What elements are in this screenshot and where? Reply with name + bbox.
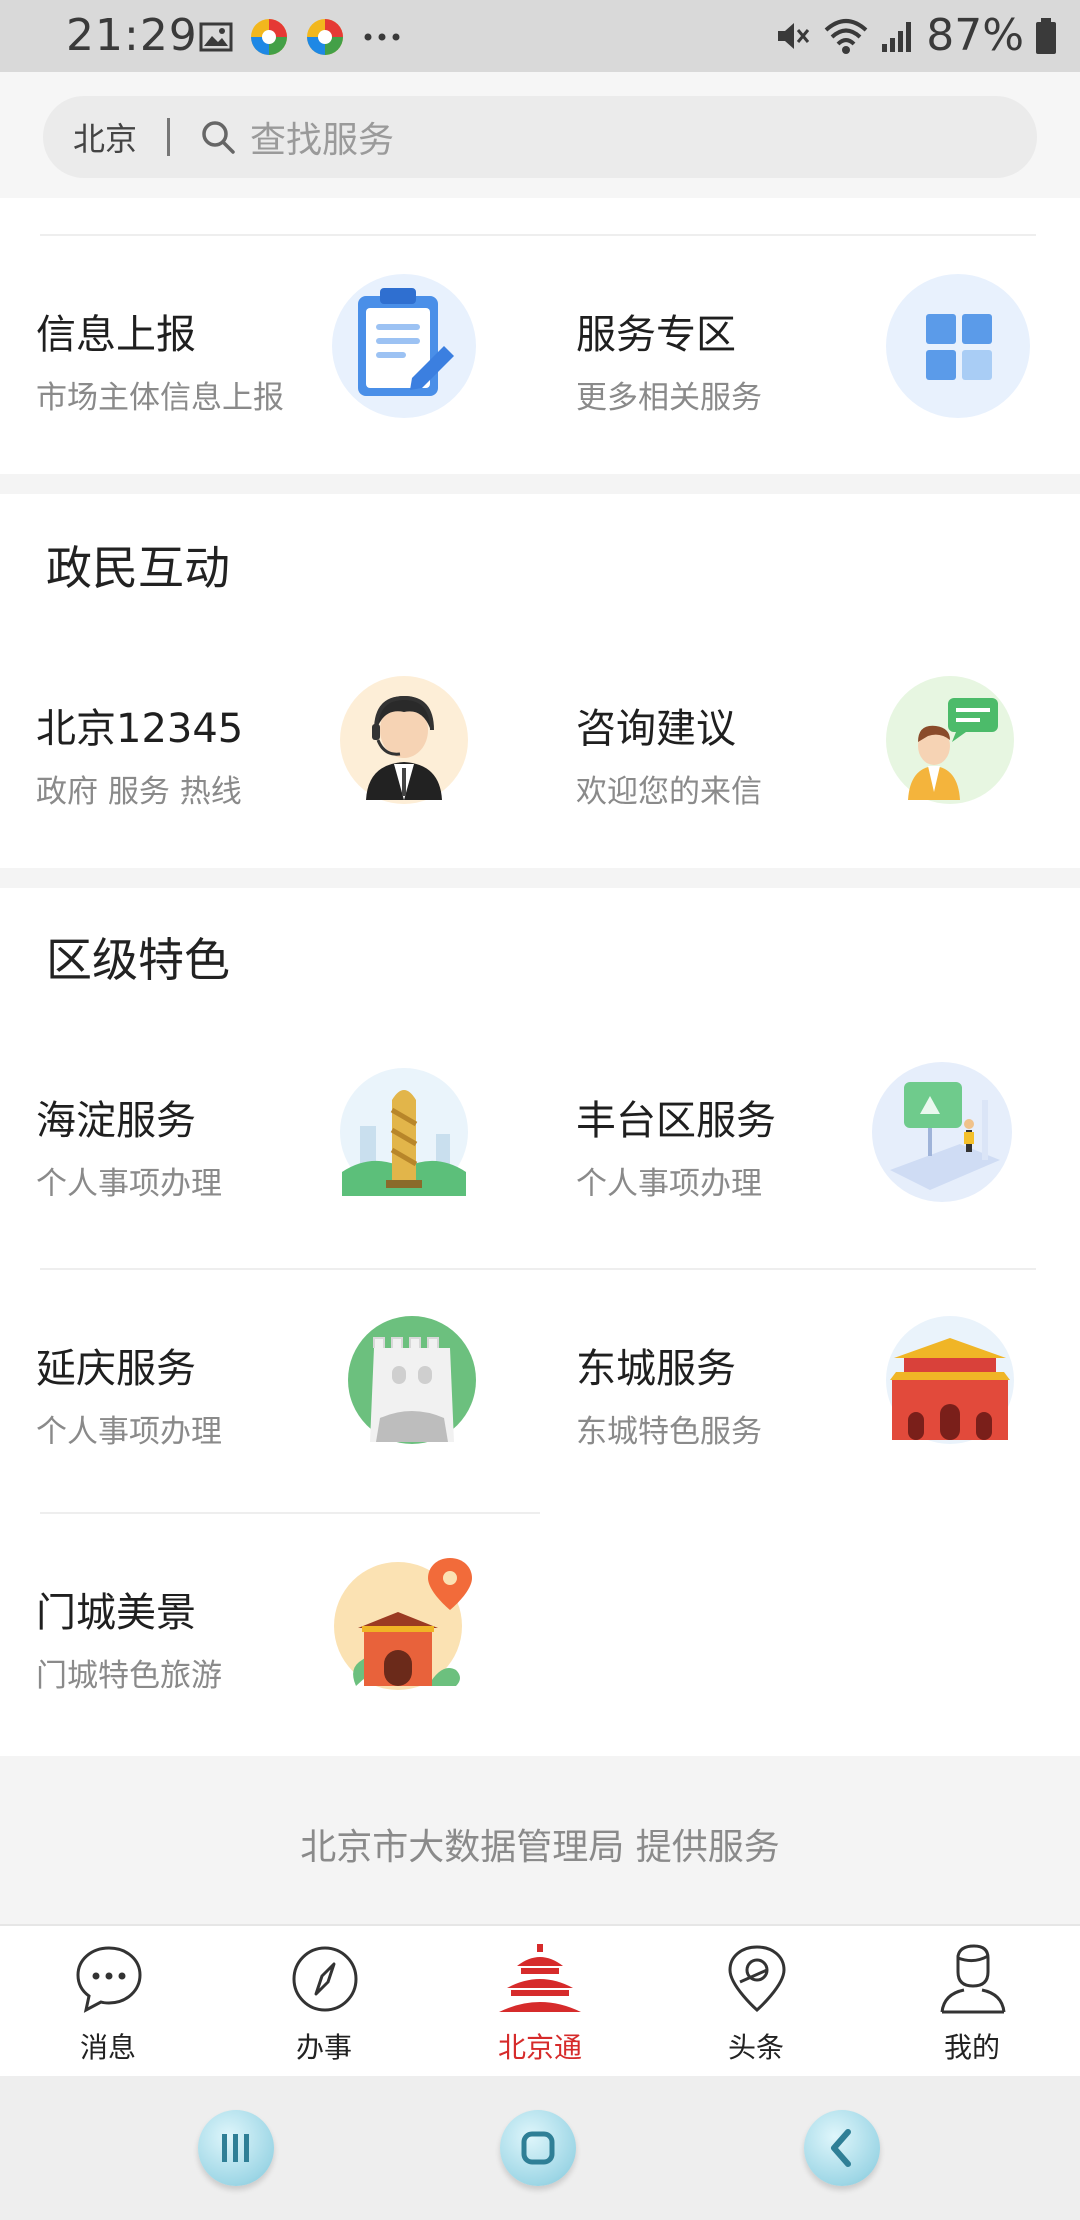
operator-headset-icon <box>340 676 468 804</box>
service-card-haidian[interactable]: 海淀服务 个人事项办理 <box>36 1068 556 1268</box>
system-nav-bar <box>0 2076 1080 2220</box>
service-card-info-report[interactable]: 信息上报 市场主体信息上报 <box>36 274 556 482</box>
app-notification-icon <box>251 19 287 55</box>
tab-mine[interactable]: 我的 <box>864 1944 1080 2064</box>
tiananmen-icon <box>886 1316 1014 1444</box>
battery-icon <box>1036 17 1056 54</box>
card-title: 咨询建议 <box>576 706 736 752</box>
section-gap <box>0 474 1080 494</box>
status-right: 87% <box>772 10 1058 61</box>
chat-bubble-icon <box>76 1946 142 2013</box>
card-subtitle: 门城特色旅游 <box>36 1658 222 1694</box>
status-bar: 21:29 87% <box>0 0 1080 72</box>
mute-icon <box>778 22 810 49</box>
card-title: 北京12345 <box>36 706 244 752</box>
tab-services[interactable]: 办事 <box>216 1944 432 2064</box>
card-title: 东城服务 <box>576 1346 736 1392</box>
top-services-section: 信息上报 市场主体信息上报 服务专区 更多相关服务 <box>0 198 1080 474</box>
wifi-icon <box>824 18 868 54</box>
recent-apps-icon <box>222 2134 249 2162</box>
card-title: 门城美景 <box>36 1590 196 1636</box>
battery-percent: 87% <box>926 10 1024 61</box>
great-wall-icon <box>348 1316 476 1444</box>
search-divider <box>167 118 171 156</box>
card-subtitle: 欢迎您的来信 <box>576 774 762 810</box>
more-dots-icon <box>364 33 400 41</box>
bottom-tab-bar: 消息 办事 北京通 头条 我的 <box>0 1924 1080 2076</box>
card-title: 丰台区服务 <box>576 1098 776 1144</box>
gallery-icon <box>199 22 233 52</box>
home-button[interactable] <box>500 2110 576 2186</box>
signal-icon <box>882 21 912 52</box>
grid-divider <box>40 1268 1036 1270</box>
card-title: 海淀服务 <box>36 1098 196 1144</box>
tab-label: 北京通 <box>497 2031 582 2064</box>
card-subtitle: 市场主体信息上报 <box>36 380 284 416</box>
service-card-12345[interactable]: 北京12345 政府 服务 热线 <box>36 676 556 876</box>
recent-apps-button[interactable] <box>198 2110 274 2186</box>
back-icon <box>831 2129 851 2167</box>
location-pin-icon <box>728 1945 786 2013</box>
tab-label: 办事 <box>295 2031 352 2064</box>
tab-label: 我的 <box>943 2031 1000 2064</box>
service-card-service-zone[interactable]: 服务专区 更多相关服务 <box>576 274 1080 482</box>
city-selector[interactable]: 北京 <box>73 114 137 160</box>
interaction-section: 政民互动 北京12345 政府 服务 热线 咨询建议 欢迎您的来信 <box>0 494 1080 868</box>
service-card-yanqing[interactable]: 延庆服务 个人事项办理 <box>36 1316 556 1516</box>
service-card-dongcheng[interactable]: 东城服务 东城特色服务 <box>576 1316 1080 1516</box>
district-section: 区级特色 海淀服务 个人事项办理 丰台区服务 个人事项办理 延庆服务 个人事项办… <box>0 888 1080 1756</box>
section-title: 区级特色 <box>46 933 230 987</box>
home-icon <box>521 2131 555 2165</box>
tab-label: 消息 <box>79 2031 136 2064</box>
search-input[interactable]: 查找服务 <box>250 111 394 163</box>
compass-icon <box>292 1946 358 2012</box>
card-subtitle: 政府 服务 热线 <box>36 774 242 810</box>
card-title: 信息上报 <box>36 312 196 358</box>
grid-divider <box>40 1512 540 1514</box>
top-divider <box>40 234 1036 236</box>
app-notification-icon <box>307 19 343 55</box>
tab-headlines[interactable]: 头条 <box>648 1944 864 2064</box>
footer-text: 北京市大数据管理局 提供服务 <box>300 1827 780 1868</box>
haidian-tower-icon <box>340 1068 468 1196</box>
temple-of-heaven-icon <box>499 1944 581 2012</box>
notification-icons <box>198 16 404 58</box>
card-subtitle: 个人事项办理 <box>576 1166 762 1202</box>
card-subtitle: 个人事项办理 <box>36 1166 222 1202</box>
card-title: 延庆服务 <box>36 1346 196 1392</box>
service-card-consult[interactable]: 咨询建议 欢迎您的来信 <box>576 676 1080 876</box>
grid-icon <box>886 274 1030 418</box>
tab-label: 头条 <box>727 2031 784 2064</box>
service-card-mencheng[interactable]: 门城美景 门城特色旅游 <box>36 1558 556 1760</box>
clipboard-pen-icon <box>332 274 476 418</box>
gate-location-icon <box>334 1558 472 1690</box>
user-profile-icon <box>940 1944 1006 2014</box>
search-icon <box>202 121 235 154</box>
fengtai-board-icon <box>872 1062 1012 1202</box>
footer: 北京市大数据管理局 提供服务 <box>0 1756 1080 1924</box>
tab-messages[interactable]: 消息 <box>0 1944 216 2064</box>
card-subtitle: 个人事项办理 <box>36 1414 222 1450</box>
search-area: 北京 查找服务 <box>0 72 1080 198</box>
card-subtitle: 更多相关服务 <box>576 380 762 416</box>
consult-chat-icon <box>886 676 1014 804</box>
section-gap <box>0 868 1080 888</box>
card-subtitle: 东城特色服务 <box>576 1414 762 1450</box>
back-button[interactable] <box>804 2110 880 2186</box>
status-time: 21:29 <box>66 10 198 61</box>
service-card-fengtai[interactable]: 丰台区服务 个人事项办理 <box>576 1062 1080 1268</box>
card-title: 服务专区 <box>576 312 736 358</box>
search-bar[interactable]: 北京 查找服务 <box>43 96 1037 178</box>
tab-beijingtong[interactable]: 北京通 <box>432 1944 648 2064</box>
section-title: 政民互动 <box>46 541 230 595</box>
